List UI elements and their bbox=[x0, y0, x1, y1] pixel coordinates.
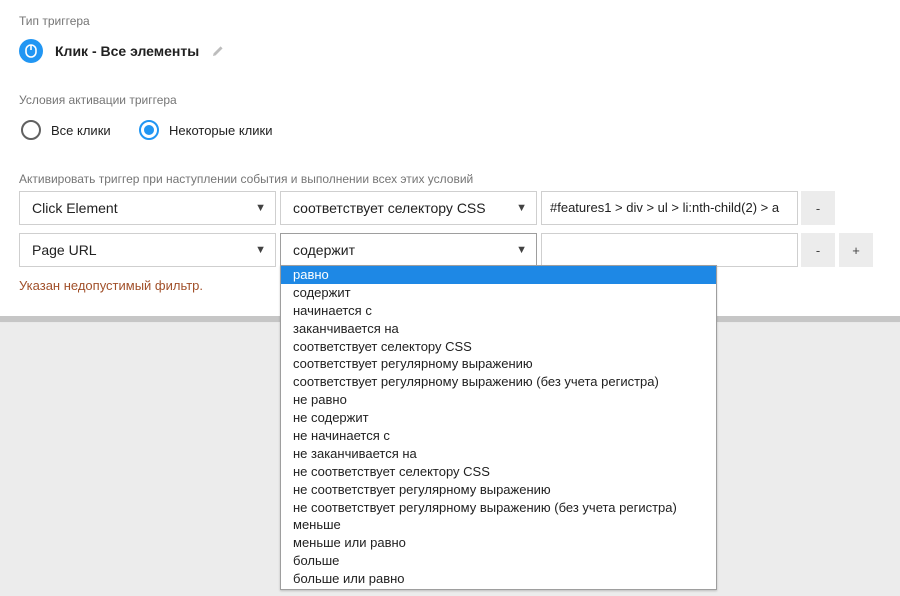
pencil-icon[interactable] bbox=[211, 44, 225, 58]
remove-condition-button[interactable]: - bbox=[801, 191, 835, 225]
dropdown-arrow-icon: ▼ bbox=[516, 244, 527, 256]
radio-button-checked[interactable] bbox=[139, 120, 159, 140]
dropdown-option[interactable]: соответствует селектору CSS bbox=[281, 338, 716, 356]
dropdown-option[interactable]: не содержит bbox=[281, 409, 716, 427]
dropdown-option[interactable]: не равно bbox=[281, 391, 716, 409]
dropdown-arrow-icon: ▼ bbox=[516, 202, 527, 214]
trigger-type-label: Тип триггера bbox=[19, 14, 90, 28]
dropdown-option[interactable]: равно bbox=[281, 266, 716, 284]
add-condition-button[interactable]: + bbox=[839, 233, 873, 267]
dropdown-option[interactable]: не соответствует регулярному выражению bbox=[281, 481, 716, 499]
radio-button-unchecked[interactable] bbox=[21, 120, 41, 140]
variable-select-value: Page URL bbox=[32, 242, 97, 258]
dropdown-option[interactable]: содержит bbox=[281, 284, 716, 302]
dropdown-option[interactable]: меньше или равно bbox=[281, 534, 716, 552]
condition-value-input[interactable]: #features1 > div > ul > li:nth-child(2) … bbox=[541, 191, 798, 225]
operator-select[interactable]: соответствует селектору CSS ▼ bbox=[280, 191, 537, 225]
operator-select-value: соответствует селектору CSS bbox=[293, 200, 486, 216]
dropdown-option[interactable]: соответствует регулярному выражению (без… bbox=[281, 373, 716, 391]
filter-error-message: Указан недопустимый фильтр. bbox=[19, 278, 204, 293]
dropdown-option[interactable]: не начинается с bbox=[281, 427, 716, 445]
conditions-label: Активировать триггер при наступлении соб… bbox=[19, 172, 474, 186]
radio-label-some-clicks: Некоторые клики bbox=[169, 122, 273, 138]
radio-all-clicks[interactable]: Все клики bbox=[21, 119, 111, 141]
operator-select[interactable]: содержит ▼ bbox=[280, 233, 537, 267]
variable-select[interactable]: Click Element ▼ bbox=[19, 191, 276, 225]
operator-select-value: содержит bbox=[293, 242, 355, 258]
radio-label-all-clicks: Все клики bbox=[51, 122, 111, 138]
trigger-type-name: Клик - Все элементы bbox=[55, 43, 200, 59]
remove-condition-button[interactable]: - bbox=[801, 233, 835, 267]
dropdown-option[interactable]: больше или равно bbox=[281, 570, 716, 588]
dropdown-option[interactable]: не заканчивается на bbox=[281, 445, 716, 463]
condition-value-input[interactable] bbox=[541, 233, 798, 267]
mouse-icon bbox=[19, 39, 43, 63]
dropdown-arrow-icon: ▼ bbox=[255, 244, 266, 256]
activation-label: Условия активации триггера bbox=[19, 93, 177, 107]
dropdown-option[interactable]: меньше bbox=[281, 516, 716, 534]
dropdown-option[interactable]: не соответствует регулярному выражению (… bbox=[281, 499, 716, 517]
trigger-type-selector[interactable]: Клик - Все элементы bbox=[19, 38, 225, 64]
dropdown-option[interactable]: не соответствует селектору CSS bbox=[281, 463, 716, 481]
dropdown-arrow-icon: ▼ bbox=[255, 202, 266, 214]
dropdown-option[interactable]: начинается с bbox=[281, 302, 716, 320]
dropdown-option[interactable]: соответствует регулярному выражению bbox=[281, 355, 716, 373]
dropdown-option[interactable]: больше bbox=[281, 552, 716, 570]
operator-dropdown-list[interactable]: равно содержит начинается с заканчивается н… bbox=[280, 265, 717, 590]
radio-some-clicks[interactable]: Некоторые клики bbox=[139, 119, 272, 141]
variable-select[interactable]: Page URL ▼ bbox=[19, 233, 276, 267]
variable-select-value: Click Element bbox=[32, 200, 118, 216]
dropdown-option[interactable]: заканчивается на bbox=[281, 320, 716, 338]
